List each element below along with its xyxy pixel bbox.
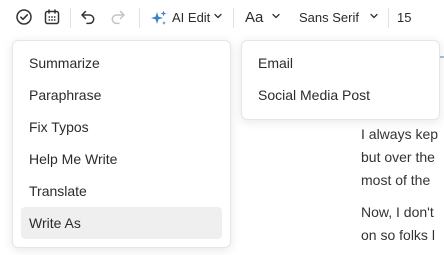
editor-line[interactable]: most of the xyxy=(361,170,430,190)
editor-toolbar: AI Edit Aa Sans Serif 15 xyxy=(0,0,444,36)
editor-line[interactable]: on so folks l xyxy=(361,225,435,245)
ai-edit-button[interactable]: AI Edit xyxy=(148,0,224,36)
submenu-item-email[interactable]: Email xyxy=(250,47,431,79)
font-size-value[interactable]: 15 xyxy=(397,9,411,27)
font-family-select[interactable]: Sans Serif xyxy=(296,0,384,36)
redo-icon[interactable] xyxy=(109,8,127,26)
text-size-button[interactable]: Aa xyxy=(243,0,283,36)
menu-item-help-me-write[interactable]: Help Me Write xyxy=(21,143,222,175)
chevron-down-icon xyxy=(370,13,378,19)
toolbar-divider xyxy=(388,8,389,28)
menu-item-summarize[interactable]: Summarize xyxy=(21,47,222,79)
check-circle-icon[interactable] xyxy=(15,8,33,26)
chevron-down-icon xyxy=(214,13,222,19)
menu-item-paraphrase[interactable]: Paraphrase xyxy=(21,79,222,111)
write-as-submenu: Email Social Media Post xyxy=(241,40,440,120)
chevron-down-icon xyxy=(272,13,280,19)
menu-item-translate[interactable]: Translate xyxy=(21,175,222,207)
toolbar-divider xyxy=(233,8,234,28)
editor-line[interactable]: but over the xyxy=(361,147,435,167)
toolbar-divider xyxy=(70,8,71,28)
font-family-value: Sans Serif xyxy=(299,10,359,25)
calendar-icon[interactable] xyxy=(43,8,61,26)
submenu-item-social-media-post[interactable]: Social Media Post xyxy=(250,79,431,111)
menu-item-fix-typos[interactable]: Fix Typos xyxy=(21,111,222,143)
editor-line[interactable]: I always kep xyxy=(361,124,438,144)
undo-icon[interactable] xyxy=(79,8,97,26)
ai-edit-menu: Summarize Paraphrase Fix Typos Help Me W… xyxy=(12,40,231,248)
menu-item-write-as[interactable]: Write As xyxy=(21,207,222,239)
ai-edit-label: AI Edit xyxy=(172,10,211,25)
editor-line[interactable]: Now, I don't xyxy=(361,202,434,222)
text-size-label: Aa xyxy=(245,9,264,26)
sparkles-icon xyxy=(151,10,167,25)
toolbar-divider xyxy=(139,8,140,28)
